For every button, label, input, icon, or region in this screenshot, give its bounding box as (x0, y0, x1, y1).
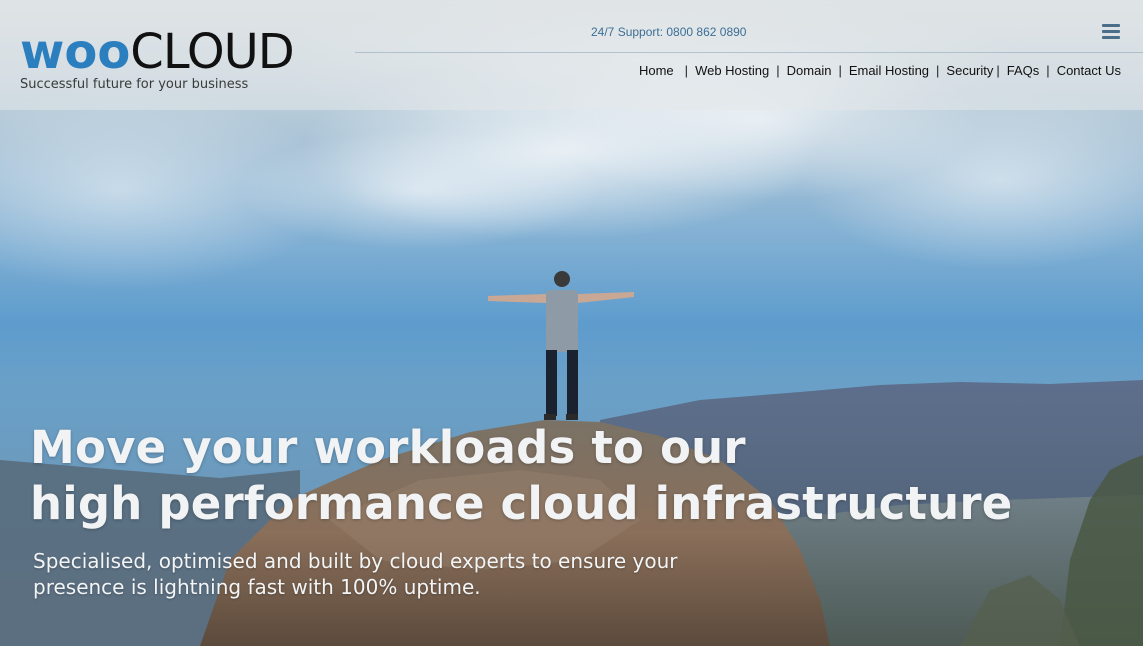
logo-woo: woo (20, 24, 131, 80)
nav-separator: | (838, 63, 842, 78)
nav-separator: | (996, 63, 1000, 78)
hero-headline-line1: Move your workloads to our (30, 421, 746, 474)
nav-security[interactable]: Security (946, 63, 993, 78)
hero-subheadline-line2: presence is lightning fast with 100% upt… (33, 575, 481, 599)
nav-home[interactable]: Home (639, 63, 674, 78)
nav-separator: | (776, 63, 780, 78)
person-figure (488, 271, 634, 420)
site-tagline: Successful future for your business (20, 77, 249, 92)
header-divider (355, 52, 1143, 53)
hero-subheadline-line1: Specialised, optimised and built by clou… (33, 549, 678, 573)
nav-separator: | (1046, 63, 1050, 78)
nav-separator: | (684, 63, 689, 78)
hero-headline-line2: high performance cloud infrastructure (30, 477, 1013, 530)
nav-domain[interactable]: Domain (787, 63, 832, 78)
nav-separator: | (936, 63, 940, 78)
nav-faqs[interactable]: FAQs (1007, 63, 1040, 78)
support-phone[interactable]: 24/7 Support: 0800 862 0890 (591, 25, 746, 39)
hamburger-menu-icon[interactable] (1102, 24, 1120, 39)
site-logo[interactable]: wooCLOUD (20, 28, 295, 78)
main-nav: Home | Web Hosting | Domain | Email Host… (639, 63, 1121, 78)
logo-cloud: CLOUD (130, 24, 294, 80)
hero-subheadline: Specialised, optimised and built by clou… (33, 548, 793, 600)
hero-headline: Move your workloads to our high performa… (30, 420, 1030, 532)
nav-email-hosting[interactable]: Email Hosting (849, 63, 929, 78)
nav-web-hosting[interactable]: Web Hosting (695, 63, 769, 78)
nav-contact-us[interactable]: Contact Us (1057, 63, 1121, 78)
